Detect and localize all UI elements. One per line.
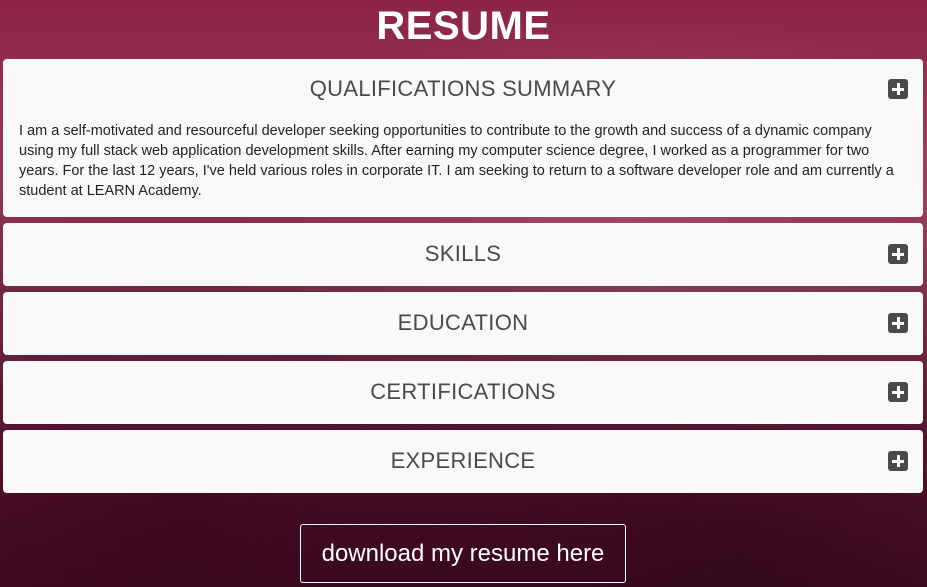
skills-toggle[interactable]: SKILLS bbox=[3, 223, 923, 285]
experience-panel: EXPERIENCE bbox=[3, 430, 923, 493]
qualifications-summary-panel: QUALIFICATIONS SUMMARY I am a self-motiv… bbox=[3, 59, 923, 217]
skills-title: SKILLS bbox=[424, 241, 502, 266]
download-resume-button[interactable]: download my resume here bbox=[300, 524, 626, 583]
education-title: EDUCATION bbox=[397, 310, 529, 335]
page-title: RESUME bbox=[376, 4, 551, 48]
plus-square-icon[interactable] bbox=[888, 79, 908, 99]
certifications-panel: CERTIFICATIONS bbox=[3, 361, 923, 424]
plus-square-icon[interactable] bbox=[888, 313, 908, 333]
plus-square-icon[interactable] bbox=[888, 244, 908, 264]
plus-square-icon[interactable] bbox=[888, 382, 908, 402]
education-toggle[interactable]: EDUCATION bbox=[3, 292, 923, 354]
experience-toggle[interactable]: EXPERIENCE bbox=[3, 430, 923, 492]
plus-square-icon[interactable] bbox=[888, 451, 908, 471]
qualifications-summary-toggle[interactable]: QUALIFICATIONS SUMMARY bbox=[3, 59, 923, 119]
skills-panel: SKILLS bbox=[3, 223, 923, 286]
certifications-title: CERTIFICATIONS bbox=[370, 379, 556, 404]
certifications-toggle[interactable]: CERTIFICATIONS bbox=[3, 361, 923, 423]
qualifications-summary-title: QUALIFICATIONS SUMMARY bbox=[309, 76, 617, 101]
qualifications-summary-text: I am a self-motivated and resourceful de… bbox=[19, 123, 894, 199]
education-panel: EDUCATION bbox=[3, 292, 923, 355]
experience-title: EXPERIENCE bbox=[390, 448, 536, 473]
